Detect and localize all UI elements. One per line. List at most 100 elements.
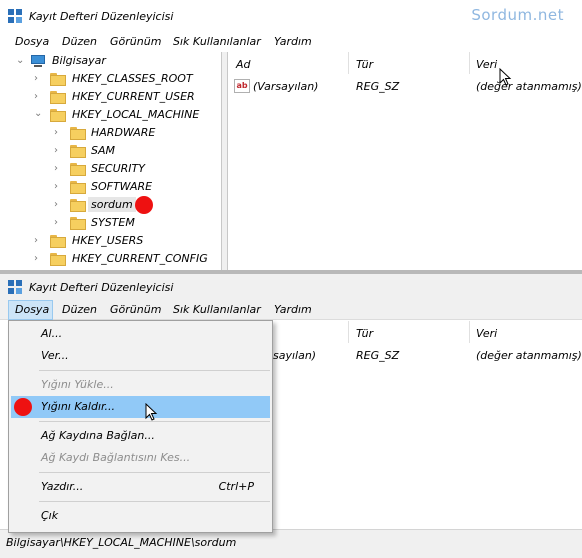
chevron-right-icon[interactable]: ›: [54, 200, 64, 210]
tree-item-hkcr[interactable]: › HKEY_CLASSES_ROOT: [0, 70, 222, 88]
menu-view[interactable]: Görünüm: [110, 303, 161, 316]
folder-icon: [70, 181, 86, 194]
tree-item-hkcu[interactable]: › HKEY_CURRENT_USER: [0, 88, 222, 106]
menu-edit[interactable]: Düzen: [62, 35, 97, 48]
chevron-right-icon[interactable]: ›: [54, 146, 64, 156]
menu-file[interactable]: Dosya: [15, 35, 49, 48]
chevron-right-icon[interactable]: ›: [34, 92, 44, 102]
folder-icon: [50, 235, 66, 248]
chevron-right-icon[interactable]: ›: [54, 218, 64, 228]
chevron-down-icon[interactable]: ⌄: [16, 56, 26, 66]
menu-item-label: Al...: [41, 327, 63, 340]
computer-icon: [30, 55, 46, 68]
chevron-right-icon[interactable]: ›: [54, 128, 64, 138]
menu-item-label: Yazdır...: [41, 480, 84, 493]
column-header-type[interactable]: Tür: [356, 327, 373, 340]
menu-item-connect-network[interactable]: Ağ Kaydına Bağlan...: [11, 425, 270, 447]
tree-item-system[interactable]: › SYSTEM: [0, 214, 222, 232]
file-menu-dropdown: Al... Ver... Yığını Yükle... Yığını Kald…: [8, 320, 273, 533]
tree-label: SAM: [91, 144, 115, 157]
value-data: (değer atanmamış): [476, 349, 582, 362]
column-header-data[interactable]: Veri: [476, 327, 497, 340]
value-name-partial: sayılan): [273, 349, 317, 362]
tree-label: SOFTWARE: [91, 180, 153, 193]
menu-view[interactable]: Görünüm: [110, 35, 161, 48]
menu-file[interactable]: Dosya: [15, 303, 49, 316]
menu-item-print[interactable]: Yazdır... Ctrl+P: [11, 476, 270, 498]
value-name: (Varsayılan): [253, 80, 319, 93]
registry-editor-window-2: Kayıt Defteri Düzenleyicisi Dosya Düzen …: [0, 274, 582, 558]
watermark: Sordum.net: [471, 6, 564, 24]
status-path: Bilgisayar\HKEY_LOCAL_MACHINE\sordum: [6, 536, 237, 549]
menu-help[interactable]: Yardım: [274, 303, 312, 316]
menu-favorites[interactable]: Sık Kullanılanlar: [173, 35, 261, 48]
menu-item-label: Ver...: [41, 349, 69, 362]
tree-label: SECURITY: [91, 162, 145, 175]
column-header-type[interactable]: Tür: [356, 58, 373, 71]
folder-icon: [70, 163, 86, 176]
menu-item-label: Yığını Kaldır...: [41, 400, 115, 413]
menu-separator: [39, 370, 270, 371]
chevron-down-icon[interactable]: ⌄: [34, 109, 44, 119]
string-value-icon: ab: [234, 79, 250, 93]
mouse-cursor-icon: [145, 403, 158, 421]
status-bar: Bilgisayar\HKEY_LOCAL_MACHINE\sordum: [0, 529, 582, 558]
value-data: (değer atanmamış): [476, 80, 582, 93]
pane-splitter[interactable]: [222, 52, 228, 270]
chevron-right-icon[interactable]: ›: [34, 254, 44, 264]
menu-item-unload-hive[interactable]: Yığını Kaldır...: [11, 396, 270, 418]
menu-item-import[interactable]: Al...: [11, 323, 270, 345]
tree-label-selected: sordum: [88, 197, 136, 212]
column-separator[interactable]: [348, 321, 349, 343]
tree-label: HKEY_USERS: [72, 234, 144, 247]
chevron-right-icon[interactable]: ›: [54, 182, 64, 192]
tree-label: HKEY_CLASSES_ROOT: [72, 72, 193, 85]
menu-item-label: Çık: [41, 509, 59, 522]
menu-help[interactable]: Yardım: [274, 35, 312, 48]
chevron-right-icon[interactable]: ›: [54, 164, 64, 174]
tree-label: HKEY_CURRENT_USER: [72, 90, 195, 103]
menu-item-disconnect-network: Ağ Kaydı Bağlantısını Kes...: [11, 447, 270, 469]
key-tree[interactable]: ⌄ Bilgisayar › HKEY_CLASSES_ROOT › HKEY_…: [0, 52, 222, 270]
menu-item-label: Ağ Kaydına Bağlan...: [41, 429, 155, 442]
regedit-app-icon: [8, 9, 23, 24]
value-list[interactable]: Ad Tür Veri ab (Varsayılan) REG_SZ (değe…: [229, 52, 582, 270]
tree-item-sordum[interactable]: › sordum: [0, 196, 222, 214]
menu-item-label: Ağ Kaydı Bağlantısını Kes...: [41, 451, 191, 464]
tree-label: HKEY_CURRENT_CONFIG: [72, 252, 208, 265]
chevron-right-icon[interactable]: ›: [34, 74, 44, 84]
red-marker-dot: [14, 398, 32, 416]
column-header-data[interactable]: Veri: [476, 58, 497, 71]
menu-favorites[interactable]: Sık Kullanılanlar: [173, 303, 261, 316]
tree-label: HARDWARE: [91, 126, 156, 139]
window-title: Kayıt Defteri Düzenleyicisi: [29, 10, 174, 23]
menu-item-label: Yığını Yükle...: [41, 378, 114, 391]
registry-editor-window-1: Kayıt Defteri Düzenleyicisi Sordum.net D…: [0, 0, 582, 270]
value-type: REG_SZ: [356, 80, 400, 93]
tree-item-software[interactable]: › SOFTWARE: [0, 178, 222, 196]
tree-item-sam[interactable]: › SAM: [0, 142, 222, 160]
tree-item-security[interactable]: › SECURITY: [0, 160, 222, 178]
column-header-name[interactable]: Ad: [236, 58, 251, 71]
folder-icon: [50, 91, 66, 104]
menu-item-load-hive: Yığını Yükle...: [11, 374, 270, 396]
menu-item-export[interactable]: Ver...: [11, 345, 270, 367]
menu-item-exit[interactable]: Çık: [11, 505, 270, 527]
value-row[interactable]: ab (Varsayılan) REG_SZ (değer atanmamış): [229, 78, 582, 96]
tree-item-hku[interactable]: › HKEY_USERS: [0, 232, 222, 250]
title-bar: Kayıt Defteri Düzenleyicisi: [0, 274, 582, 300]
column-separator[interactable]: [469, 52, 470, 74]
column-separator[interactable]: [348, 52, 349, 74]
menu-separator: [39, 501, 270, 502]
folder-icon: [70, 217, 86, 230]
menu-edit[interactable]: Düzen: [62, 303, 97, 316]
tree-item-computer[interactable]: ⌄ Bilgisayar: [0, 52, 222, 70]
tree-label: HKEY_LOCAL_MACHINE: [72, 108, 200, 121]
folder-icon: [50, 253, 66, 266]
tree-item-hklm[interactable]: ⌄ HKEY_LOCAL_MACHINE: [0, 106, 222, 124]
column-separator[interactable]: [469, 321, 470, 343]
tree-label: Bilgisayar: [52, 54, 106, 67]
chevron-right-icon[interactable]: ›: [34, 236, 44, 246]
tree-item-hardware[interactable]: › HARDWARE: [0, 124, 222, 142]
tree-item-hkcc[interactable]: › HKEY_CURRENT_CONFIG: [0, 250, 222, 268]
